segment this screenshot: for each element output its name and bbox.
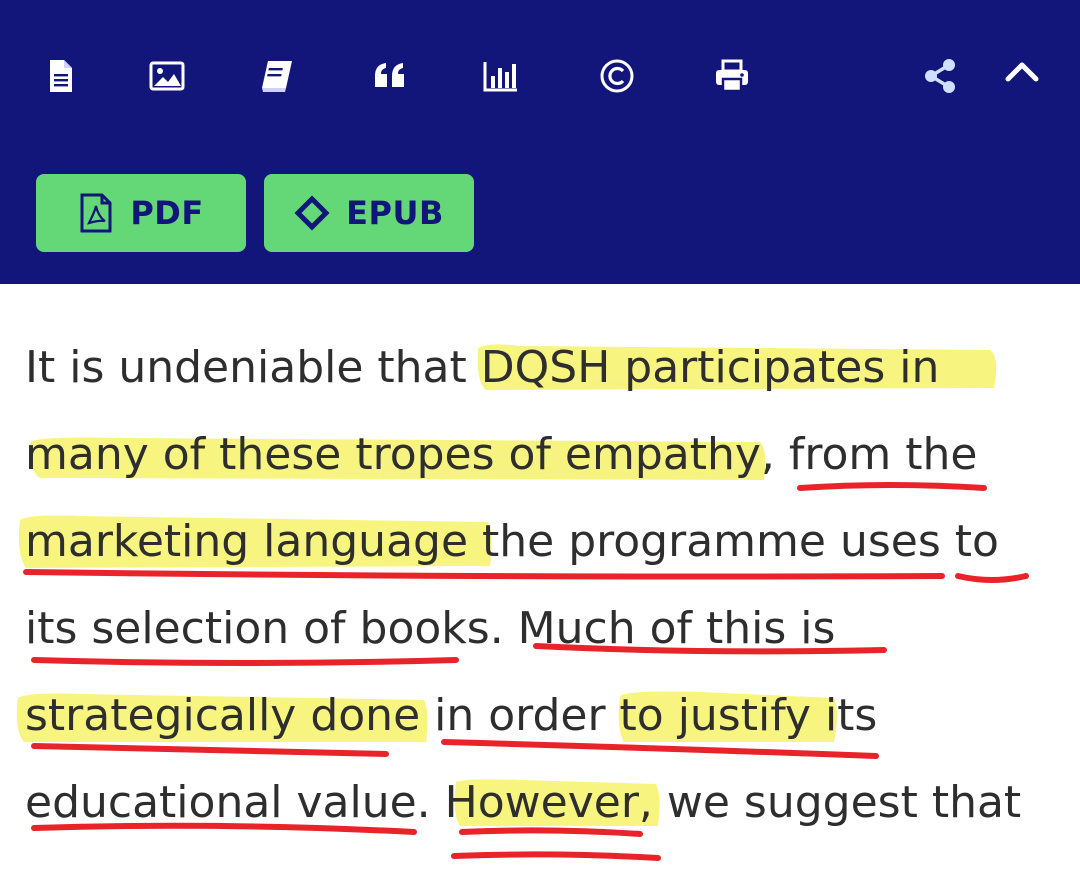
quote-icon[interactable] bbox=[370, 56, 410, 96]
paragraph-line: many of these tropes of empathy, from th… bbox=[25, 429, 978, 480]
document-icon[interactable] bbox=[40, 56, 80, 96]
paragraph-line: its selection of books. Much of this is bbox=[25, 603, 836, 654]
epub-icon bbox=[294, 195, 330, 231]
paragraph-line: educational value. However, we suggest t… bbox=[25, 777, 1022, 828]
pdf-file-icon bbox=[80, 193, 112, 233]
article-paragraph: It is undeniable that DQSH participates … bbox=[25, 324, 1065, 846]
book-icon[interactable] bbox=[257, 56, 297, 96]
paragraph-line: marketing language the programme uses to bbox=[25, 516, 999, 567]
paragraph-line: strategically done in order to justify i… bbox=[25, 690, 878, 741]
paragraph-line: It is undeniable that DQSH participates … bbox=[25, 342, 940, 393]
pdf-download-button[interactable]: PDF bbox=[36, 174, 246, 252]
epub-button-label: EPUB bbox=[346, 194, 444, 232]
article-toolbar: PDF EPUB bbox=[0, 0, 1080, 284]
copyright-icon[interactable] bbox=[597, 56, 637, 96]
article-body: It is undeniable that DQSH participates … bbox=[0, 284, 1080, 870]
chevron-up-icon[interactable] bbox=[1002, 52, 1042, 92]
share-icon[interactable] bbox=[920, 56, 960, 96]
print-icon[interactable] bbox=[712, 56, 752, 96]
bar-chart-icon[interactable] bbox=[481, 56, 521, 96]
pdf-button-label: PDF bbox=[130, 194, 204, 232]
image-icon[interactable] bbox=[147, 56, 187, 96]
epub-download-button[interactable]: EPUB bbox=[264, 174, 474, 252]
